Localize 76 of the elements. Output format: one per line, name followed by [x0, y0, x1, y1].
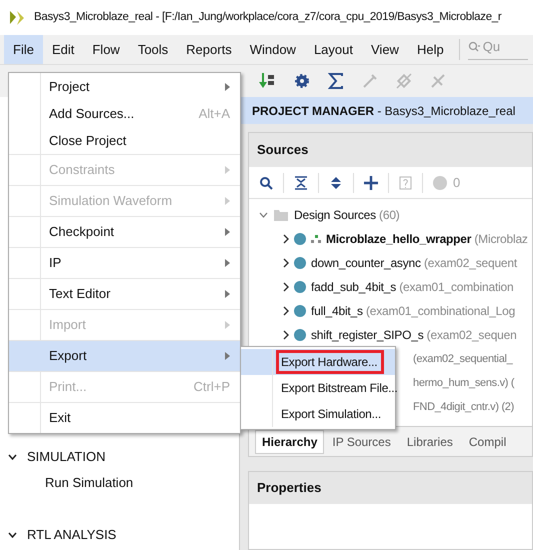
panel-title: Sources	[257, 141, 308, 160]
expand-chevron-icon[interactable]	[283, 330, 289, 340]
warning-count: 0	[453, 174, 460, 192]
submenu-arrow-icon	[225, 197, 230, 205]
folder-icon	[274, 209, 288, 221]
menu-item[interactable]: Layout	[304, 35, 362, 64]
sigma-icon[interactable]	[328, 73, 344, 89]
expand-chevron-icon[interactable]	[283, 258, 289, 268]
chevron-icon[interactable]	[259, 212, 268, 218]
menu-item: Simulation Waveform	[9, 185, 240, 216]
menu-item: Constraints	[9, 154, 240, 185]
tree-item[interactable]: shift_register_SIPO_s (exam02_sequen	[311, 326, 517, 344]
module-dot-icon	[294, 305, 306, 317]
shortcut-label: Alt+A	[198, 104, 230, 123]
section-header[interactable]: SIMULATION	[27, 447, 106, 467]
menu-item[interactable]: Text Editor	[9, 278, 240, 309]
menu-item[interactable]: View	[362, 35, 408, 64]
module-dot-icon	[294, 257, 306, 269]
tree-item[interactable]: Microblaze_hello_wrapper (Microblaz	[326, 230, 528, 248]
menu-item[interactable]: Close Project	[9, 127, 240, 154]
submenu-arrow-icon	[225, 82, 230, 90]
submenu-arrow-icon	[225, 352, 230, 360]
collapse-chevron-icon[interactable]	[8, 532, 17, 538]
settings-icon[interactable]	[294, 73, 310, 89]
tree-item[interactable]: down_counter_async (exam02_sequent	[311, 254, 518, 272]
submenu-arrow-icon	[225, 259, 230, 267]
hierarchy-icon	[311, 235, 321, 243]
expand-all-icon[interactable]	[329, 176, 343, 190]
menu-item[interactable]: Help	[408, 35, 453, 64]
module-dot-icon	[294, 329, 306, 341]
search-icon[interactable]	[259, 176, 273, 190]
collapse-chevron-icon[interactable]	[8, 454, 17, 460]
submenu-arrow-icon	[225, 321, 230, 329]
module-dot-icon	[294, 233, 306, 245]
tree-item[interactable]: (exam02_sequential_	[413, 350, 512, 368]
expand-chevron-icon[interactable]	[283, 306, 289, 316]
tree-item[interactable]: full_4bit_s (exam01_combinational_Log	[311, 302, 516, 320]
tree-item[interactable]: Design Sources (60)	[294, 206, 400, 224]
module-dot-icon	[294, 281, 306, 293]
window-title: Basys3_Microblaze_real - [F:/Ian_Jung/workplace/cora_z7/cora_cpu_2019/Basys3_Microblaze_r	[34, 10, 502, 25]
tree-item[interactable]: hermo_hum_sens.v) (	[413, 374, 514, 392]
expand-chevron-icon[interactable]	[283, 282, 289, 292]
menu-item[interactable]: Project	[9, 73, 240, 100]
menu-item[interactable]: Flow	[83, 35, 129, 64]
submenu-arrow-icon	[225, 228, 230, 236]
panel-title: Properties	[257, 479, 322, 498]
submenu-arrow-icon	[225, 166, 230, 174]
menu-item[interactable]: IP	[9, 247, 240, 278]
tab[interactable]: IP Sources	[324, 430, 399, 454]
expand-chevron-icon[interactable]	[283, 234, 289, 244]
menu-item[interactable]: Tools	[128, 35, 178, 64]
menu-item[interactable]: Export Bitstream File...	[279, 379, 400, 397]
tree-item[interactable]: fadd_sub_4bit_s (exam01_combination	[311, 278, 514, 296]
add-icon[interactable]	[364, 176, 378, 190]
collapse-all-icon[interactable]	[294, 176, 308, 190]
menu-item[interactable]: Add Sources... Alt+A	[9, 100, 240, 127]
submenu-arrow-icon	[225, 290, 230, 298]
app-logo-icon	[8, 8, 26, 26]
tab[interactable]: Hierarchy	[255, 430, 324, 454]
menu-item[interactable]: Checkpoint	[9, 216, 240, 247]
tree-item[interactable]: FND_4digit_cntr.v) (2)	[413, 398, 514, 416]
tab[interactable]: Libraries	[398, 430, 461, 454]
tab[interactable]: Compil	[460, 430, 514, 454]
panel-title: PROJECT MANAGER - Basys3_Microblaze_real	[252, 102, 516, 120]
menu-item[interactable]: Export Simulation...	[279, 405, 384, 423]
menu-item[interactable]: Window	[240, 35, 305, 64]
menu-item[interactable]: Export	[9, 340, 240, 371]
section-header[interactable]: RTL ANALYSIS	[27, 525, 116, 545]
menu-item[interactable]: Edit	[42, 35, 84, 64]
search-icon	[468, 41, 481, 53]
menu-item[interactable]: Reports	[177, 35, 241, 64]
download-bits-icon[interactable]	[258, 72, 276, 90]
shortcut-label: Ctrl+P	[194, 378, 230, 396]
navigator-item[interactable]: Run Simulation	[45, 473, 134, 493]
menu-item[interactable]: Exit	[9, 402, 240, 433]
menu-item[interactable]: File	[4, 35, 43, 64]
